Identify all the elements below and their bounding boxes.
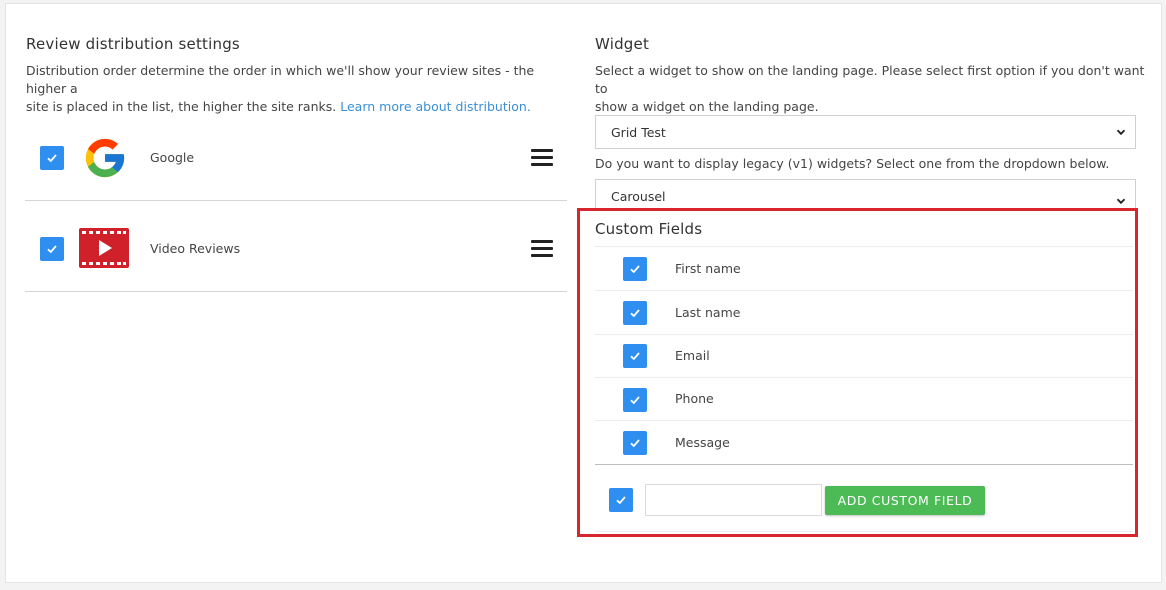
divider bbox=[25, 291, 567, 292]
review-distribution-title: Review distribution settings bbox=[26, 35, 240, 53]
checkmark-icon bbox=[47, 154, 57, 163]
video-reviews-icon bbox=[79, 228, 129, 268]
site-name-google: Google bbox=[150, 150, 195, 165]
widget-description: Select a widget to show on the landing p… bbox=[595, 62, 1145, 116]
chevron-down-icon bbox=[1116, 198, 1126, 205]
legacy-widget-question: Do you want to display legacy (v1) widge… bbox=[595, 156, 1110, 171]
legacy-widget-select[interactable]: Carousel bbox=[595, 179, 1136, 211]
description-line-2: show a widget on the landing page. bbox=[595, 99, 819, 114]
widget-select-value: Grid Test bbox=[611, 124, 666, 140]
legacy-select-value: Carousel bbox=[611, 189, 666, 204]
site-name-video-reviews: Video Reviews bbox=[150, 241, 241, 256]
widget-select[interactable]: Grid Test bbox=[595, 115, 1136, 149]
learn-more-link[interactable]: Learn more about distribution. bbox=[340, 99, 531, 114]
google-logo-icon bbox=[82, 135, 128, 181]
drag-handle-icon[interactable] bbox=[531, 149, 553, 167]
highlight-border bbox=[577, 208, 1138, 537]
drag-handle-icon[interactable] bbox=[531, 240, 553, 258]
chevron-down-icon bbox=[1116, 129, 1126, 136]
widget-title: Widget bbox=[595, 35, 650, 53]
description-line-1: Distribution order determine the order i… bbox=[26, 63, 535, 96]
google-checkbox[interactable] bbox=[40, 146, 64, 170]
review-distribution-description: Distribution order determine the order i… bbox=[26, 62, 571, 116]
divider bbox=[25, 200, 567, 201]
description-line-2: site is placed in the list, the higher t… bbox=[26, 99, 531, 114]
checkmark-icon bbox=[47, 245, 57, 254]
description-line-1: Select a widget to show on the landing p… bbox=[595, 63, 1145, 96]
video-reviews-checkbox[interactable] bbox=[40, 237, 64, 261]
